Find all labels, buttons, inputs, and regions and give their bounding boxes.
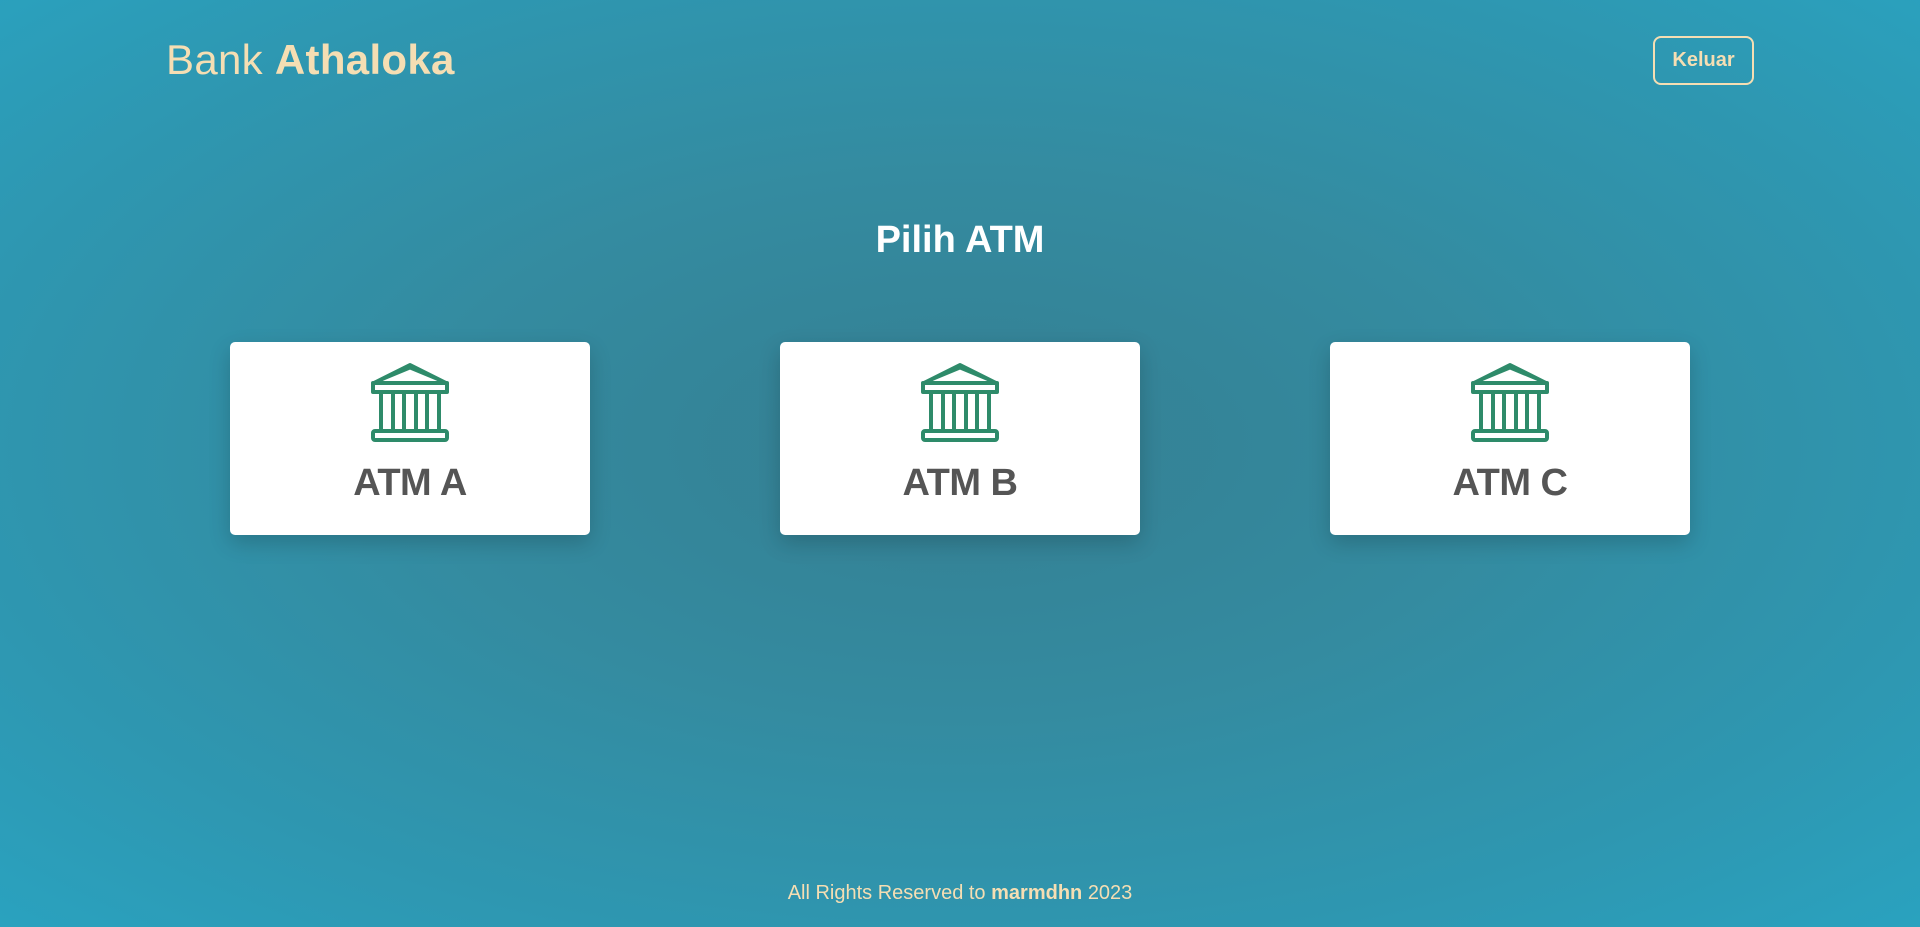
footer-year: 2023 [1087,882,1133,904]
atm-card-a[interactable]: ATM A [230,342,590,535]
atm-label: ATM C [1452,462,1569,504]
atm-card-b[interactable]: ATM B [780,342,1140,535]
footer-prefix: All Rights Reserved to [787,882,986,904]
brand-prefix: Bank [166,36,263,83]
brand-logo: Bank Athaloka [166,34,455,86]
header: Bank Athaloka Keluar [0,0,1920,120]
bank-icon [1471,363,1549,442]
page-title: Pilih ATM [875,219,1045,261]
logout-button[interactable]: Keluar [1653,36,1754,85]
brand-name: Athaloka [274,36,455,83]
footer-author: marmdhn [991,882,1083,904]
atm-label: ATM B [902,462,1019,504]
atm-card-c[interactable]: ATM C [1330,342,1690,535]
atm-label: ATM A [353,462,467,504]
footer: All Rights Reserved to marmdhn 2023 [0,880,1920,906]
bank-icon [921,363,999,442]
bank-icon [371,363,449,442]
